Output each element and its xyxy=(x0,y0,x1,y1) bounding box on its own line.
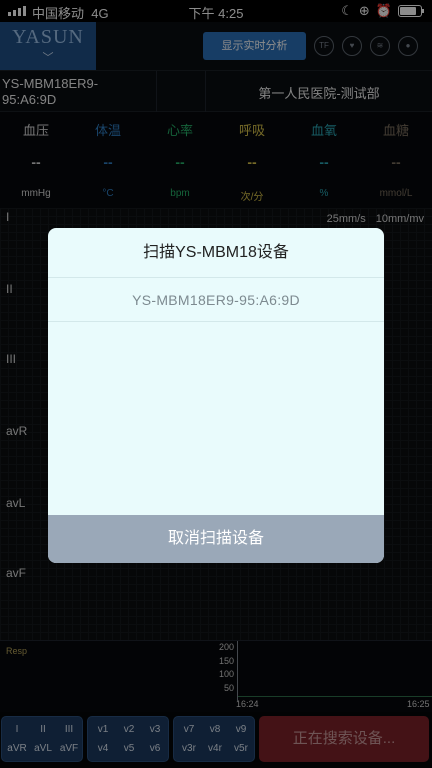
device-list-item[interactable]: YS-MBM18ER9-95:A6:9D xyxy=(48,278,384,322)
dialog-title: 扫描YS-MBM18设备 xyxy=(48,228,384,278)
cancel-scan-button[interactable]: 取消扫描设备 xyxy=(48,515,384,563)
scan-device-dialog: 扫描YS-MBM18设备 YS-MBM18ER9-95:A6:9D 取消扫描设备 xyxy=(48,228,384,563)
